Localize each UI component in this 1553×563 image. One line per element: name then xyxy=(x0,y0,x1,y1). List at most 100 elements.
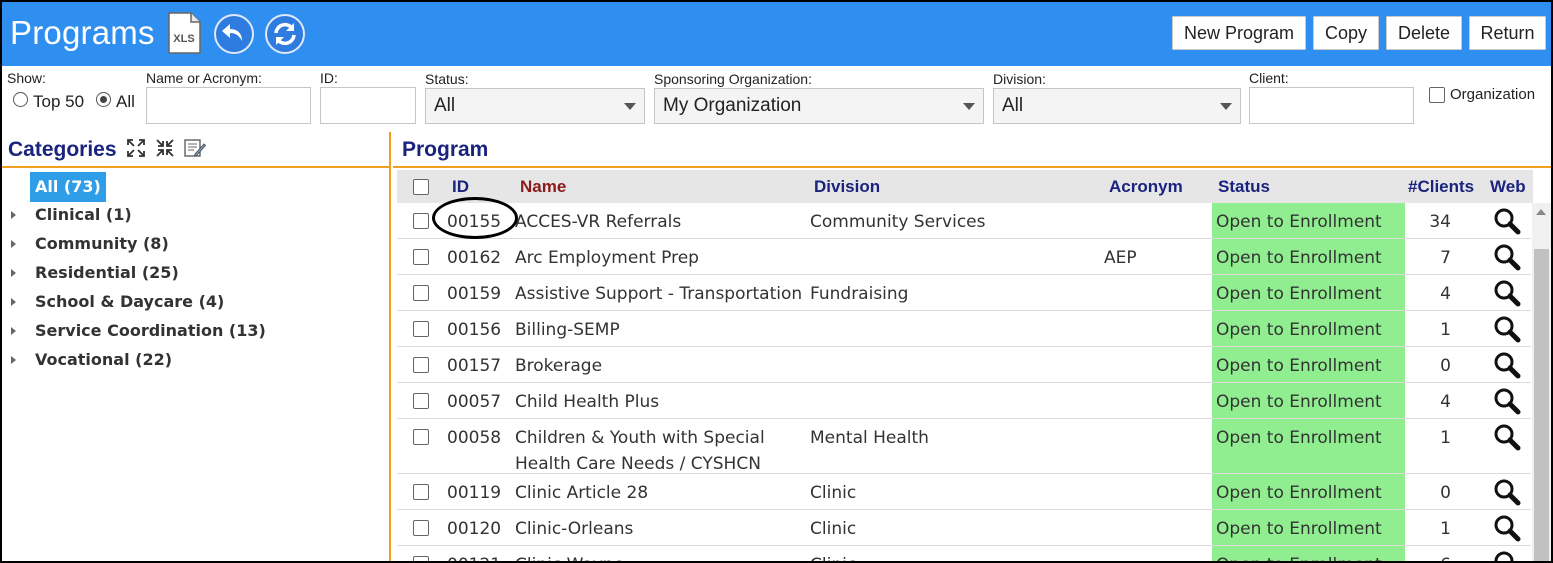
table-row[interactable]: Open to Enrollment 00159 Assistive Support… xyxy=(397,275,1531,311)
table-row[interactable]: Open to Enrollment 00120 Clinic-Orleans Cli… xyxy=(397,510,1531,546)
magnifier-icon[interactable] xyxy=(1493,387,1521,415)
category-label: Vocational (22) xyxy=(35,350,173,369)
row-checkbox[interactable] xyxy=(413,213,429,229)
status-select[interactable]: All xyxy=(425,88,645,124)
row-checkbox[interactable] xyxy=(413,321,429,337)
row-checkbox[interactable] xyxy=(413,429,429,445)
program-id[interactable]: 00058 xyxy=(447,425,501,451)
table-row[interactable]: Open to Enrollment 00058 Children & Youth … xyxy=(397,419,1531,474)
program-name[interactable]: Clinic-Orleans xyxy=(515,516,633,542)
undo-icon[interactable] xyxy=(214,14,254,54)
column-header-id[interactable]: ID xyxy=(452,177,469,197)
table-row[interactable]: Open to Enrollment 00155 ACCES-VR Referral… xyxy=(397,203,1531,239)
table-row[interactable]: Open to Enrollment 00156 Billing-SEMP 1 xyxy=(397,311,1531,347)
program-name[interactable]: Clinic Article 28 xyxy=(515,480,648,506)
client-count: 1 xyxy=(1440,428,1451,448)
row-checkbox[interactable] xyxy=(413,484,429,500)
category-item-vocational[interactable]: Vocational (22) xyxy=(2,347,382,375)
category-item-community[interactable]: Community (8) xyxy=(2,231,382,259)
status-value: Open to Enrollment xyxy=(1216,428,1382,448)
row-checkbox[interactable] xyxy=(413,393,429,409)
scrollbar-thumb[interactable] xyxy=(1534,249,1549,561)
column-header-name[interactable]: Name xyxy=(520,177,566,197)
table-row[interactable]: Open to Enrollment 00162 Arc Employment Pr… xyxy=(397,239,1531,275)
status-value: Open to Enrollment xyxy=(1216,392,1382,412)
division-select[interactable]: All xyxy=(993,88,1241,124)
table-row[interactable]: Open to Enrollment 00121 Clinic-Wayne Clini… xyxy=(397,546,1531,563)
show-label: Show: xyxy=(7,70,46,86)
magnifier-icon[interactable] xyxy=(1493,514,1521,542)
program-id[interactable]: 00121 xyxy=(447,552,501,561)
program-id[interactable]: 00155 xyxy=(447,209,501,235)
program-id[interactable]: 00156 xyxy=(447,317,501,343)
id-input[interactable] xyxy=(320,87,416,124)
expand-arrow-icon[interactable] xyxy=(11,298,16,306)
magnifier-icon[interactable] xyxy=(1493,207,1521,235)
magnifier-icon[interactable] xyxy=(1493,315,1521,343)
collapse-all-icon[interactable] xyxy=(155,138,175,158)
program-name[interactable]: Arc Employment Prep xyxy=(515,245,699,271)
column-header-clients[interactable]: #Clients xyxy=(1408,177,1474,197)
program-name[interactable]: Child Health Plus xyxy=(515,389,659,415)
program-name[interactable]: Children & Youth with Special Health Care… xyxy=(515,425,765,477)
program-name-line: Clinic Article 28 xyxy=(515,483,649,503)
program-id[interactable]: 00159 xyxy=(447,281,501,307)
program-name[interactable]: Billing-SEMP xyxy=(515,317,620,343)
magnifier-icon[interactable] xyxy=(1493,550,1521,563)
column-header-status[interactable]: Status xyxy=(1218,177,1270,197)
category-item-residential[interactable]: Residential (25) xyxy=(2,260,382,288)
row-checkbox[interactable] xyxy=(413,520,429,536)
program-id[interactable]: 00119 xyxy=(447,480,501,506)
program-name[interactable]: ACCES-VR Referrals xyxy=(515,209,681,235)
expand-arrow-icon[interactable] xyxy=(11,356,16,364)
program-id[interactable]: 00157 xyxy=(447,353,501,379)
row-checkbox[interactable] xyxy=(413,249,429,265)
expand-arrow-icon[interactable] xyxy=(11,269,16,277)
column-header-acronym[interactable]: Acronym xyxy=(1109,177,1183,197)
expand-arrow-icon[interactable] xyxy=(11,211,16,219)
table-row[interactable]: Open to Enrollment 00157 Brokerage 0 xyxy=(397,347,1531,383)
row-checkbox[interactable] xyxy=(413,357,429,373)
copy-button[interactable]: Copy xyxy=(1313,16,1379,50)
program-name[interactable]: Clinic-Wayne xyxy=(515,552,624,561)
expand-all-icon[interactable] xyxy=(126,138,146,158)
program-name-line: Arc Employment Prep xyxy=(515,248,699,268)
program-name[interactable]: Assistive Support - Transportation xyxy=(515,281,802,307)
category-item-school-daycare[interactable]: School & Daycare (4) xyxy=(2,289,382,317)
refresh-icon[interactable] xyxy=(265,14,305,54)
magnifier-icon[interactable] xyxy=(1493,279,1521,307)
program-name[interactable]: Brokerage xyxy=(515,353,602,379)
vertical-scrollbar[interactable] xyxy=(1532,203,1551,561)
category-item-clinical[interactable]: Clinical (1) xyxy=(2,202,382,230)
magnifier-icon[interactable] xyxy=(1493,243,1521,271)
program-id[interactable]: 00162 xyxy=(447,245,501,271)
category-item-service-coordination[interactable]: Service Coordination (13) xyxy=(2,318,382,346)
program-id[interactable]: 00057 xyxy=(447,389,501,415)
column-header-web[interactable]: Web xyxy=(1490,177,1526,197)
table-row[interactable]: Open to Enrollment 00057 Child Health Plus… xyxy=(397,383,1531,419)
table-row[interactable]: Open to Enrollment 00119 Clinic Article 28… xyxy=(397,474,1531,510)
magnifier-icon[interactable] xyxy=(1493,478,1521,506)
xls-export-icon[interactable]: XLS xyxy=(167,12,201,54)
delete-button[interactable]: Delete xyxy=(1386,16,1462,50)
column-header-division[interactable]: Division xyxy=(814,177,880,197)
magnifier-icon[interactable] xyxy=(1493,351,1521,379)
all-radio[interactable] xyxy=(96,92,111,107)
program-id[interactable]: 00120 xyxy=(447,516,501,542)
top50-radio[interactable] xyxy=(13,92,28,107)
edit-categories-icon[interactable] xyxy=(184,138,206,158)
organization-checkbox[interactable] xyxy=(1429,87,1445,103)
magnifier-icon[interactable] xyxy=(1493,423,1521,451)
expand-arrow-icon[interactable] xyxy=(11,240,16,248)
sponsor-select[interactable]: My Organization xyxy=(654,88,984,124)
select-all-checkbox[interactable] xyxy=(413,179,429,195)
return-button[interactable]: Return xyxy=(1469,16,1546,50)
new-program-button[interactable]: New Program xyxy=(1172,16,1306,50)
row-checkbox[interactable] xyxy=(413,556,429,561)
client-input[interactable] xyxy=(1249,87,1414,124)
row-checkbox[interactable] xyxy=(413,285,429,301)
scroll-up-arrow-icon[interactable] xyxy=(1536,209,1546,215)
name-input[interactable] xyxy=(146,87,311,124)
expand-arrow-icon[interactable] xyxy=(11,327,16,335)
category-all[interactable]: All (73) xyxy=(30,172,106,202)
